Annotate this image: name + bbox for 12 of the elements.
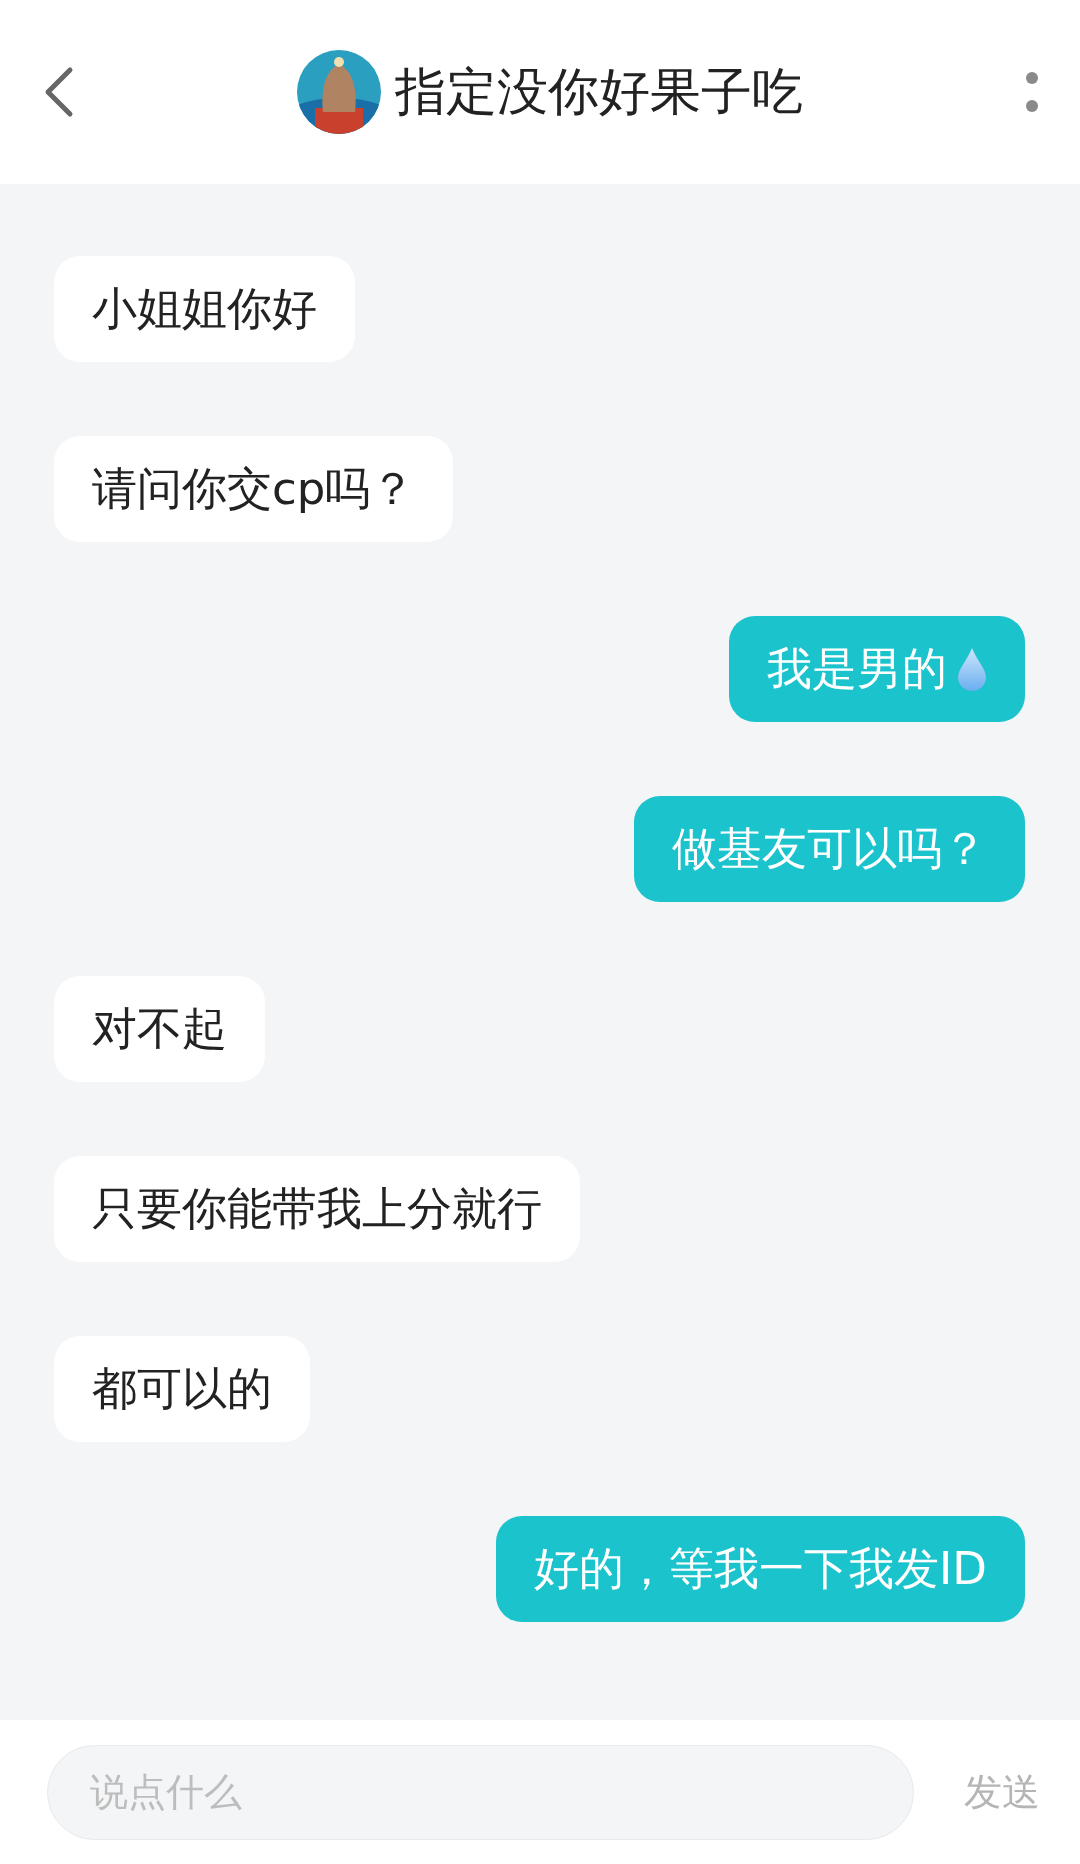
message-bubble: 请问你交cp吗？ <box>54 436 454 542</box>
message-bubble: 小姐姐你好 <box>54 256 355 362</box>
message-bubble: 对不起 <box>54 976 265 1082</box>
message-bubble: 都可以的 <box>54 1336 310 1442</box>
chat-title: 指定没你好果子吃 <box>395 60 803 123</box>
message-input[interactable]: 说点什么 <box>47 1744 914 1840</box>
message-bubble: 做基友可以吗？ <box>634 796 1025 902</box>
send-button[interactable]: 发送 <box>964 1763 1040 1821</box>
message-bubble: 好的，等我一下我发ID <box>496 1516 1025 1622</box>
more-icon[interactable] <box>1024 70 1040 114</box>
message-bubble: 只要你能带我上分就行 <box>54 1156 580 1262</box>
message-text: 我是男的 <box>767 642 947 696</box>
